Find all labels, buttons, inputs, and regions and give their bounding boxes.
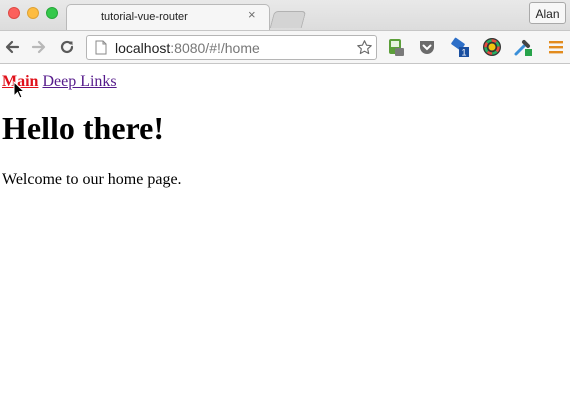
zoom-window-button[interactable] [46, 7, 58, 19]
menu-icon[interactable] [546, 37, 566, 57]
url-text: localhost:8080/#!/home [115, 40, 260, 56]
minimize-window-button[interactable] [27, 7, 39, 19]
reload-icon[interactable] [59, 39, 75, 55]
tab-close-icon[interactable]: × [248, 8, 256, 22]
new-tab-button[interactable] [269, 11, 307, 28]
extension-badge-count: 1 [461, 48, 466, 58]
color-wheel-icon[interactable] [482, 37, 502, 57]
extension-badge-icon[interactable]: 1 [450, 37, 470, 57]
url-host: localhost [115, 40, 171, 56]
address-bar[interactable]: localhost:8080/#!/home [86, 35, 377, 60]
page-paragraph: Welcome to our home page. [2, 171, 182, 188]
page-heading: Hello there! [2, 110, 165, 146]
url-path: :8080/#!/home [170, 40, 260, 56]
profile-button[interactable]: Alan [529, 2, 566, 24]
nav-link-deep-links[interactable]: Deep Links [42, 73, 116, 90]
page-icon [95, 40, 107, 55]
title-bar: tutorial-vue-router × Alan [0, 0, 570, 31]
star-icon[interactable] [356, 39, 373, 56]
forward-icon[interactable] [31, 39, 47, 55]
eyedropper-icon[interactable] [513, 37, 533, 57]
pocket-icon[interactable] [417, 37, 437, 57]
tab-title: tutorial-vue-router [101, 11, 188, 23]
back-icon[interactable] [4, 39, 20, 55]
browser-toolbar: localhost:8080/#!/home 1 [0, 30, 570, 64]
extension-evernote-icon[interactable] [386, 37, 406, 57]
close-window-button[interactable] [8, 7, 20, 19]
page-content: Main Deep Links Hello there! Welcome to o… [0, 64, 570, 406]
mouse-cursor-icon [13, 81, 25, 99]
